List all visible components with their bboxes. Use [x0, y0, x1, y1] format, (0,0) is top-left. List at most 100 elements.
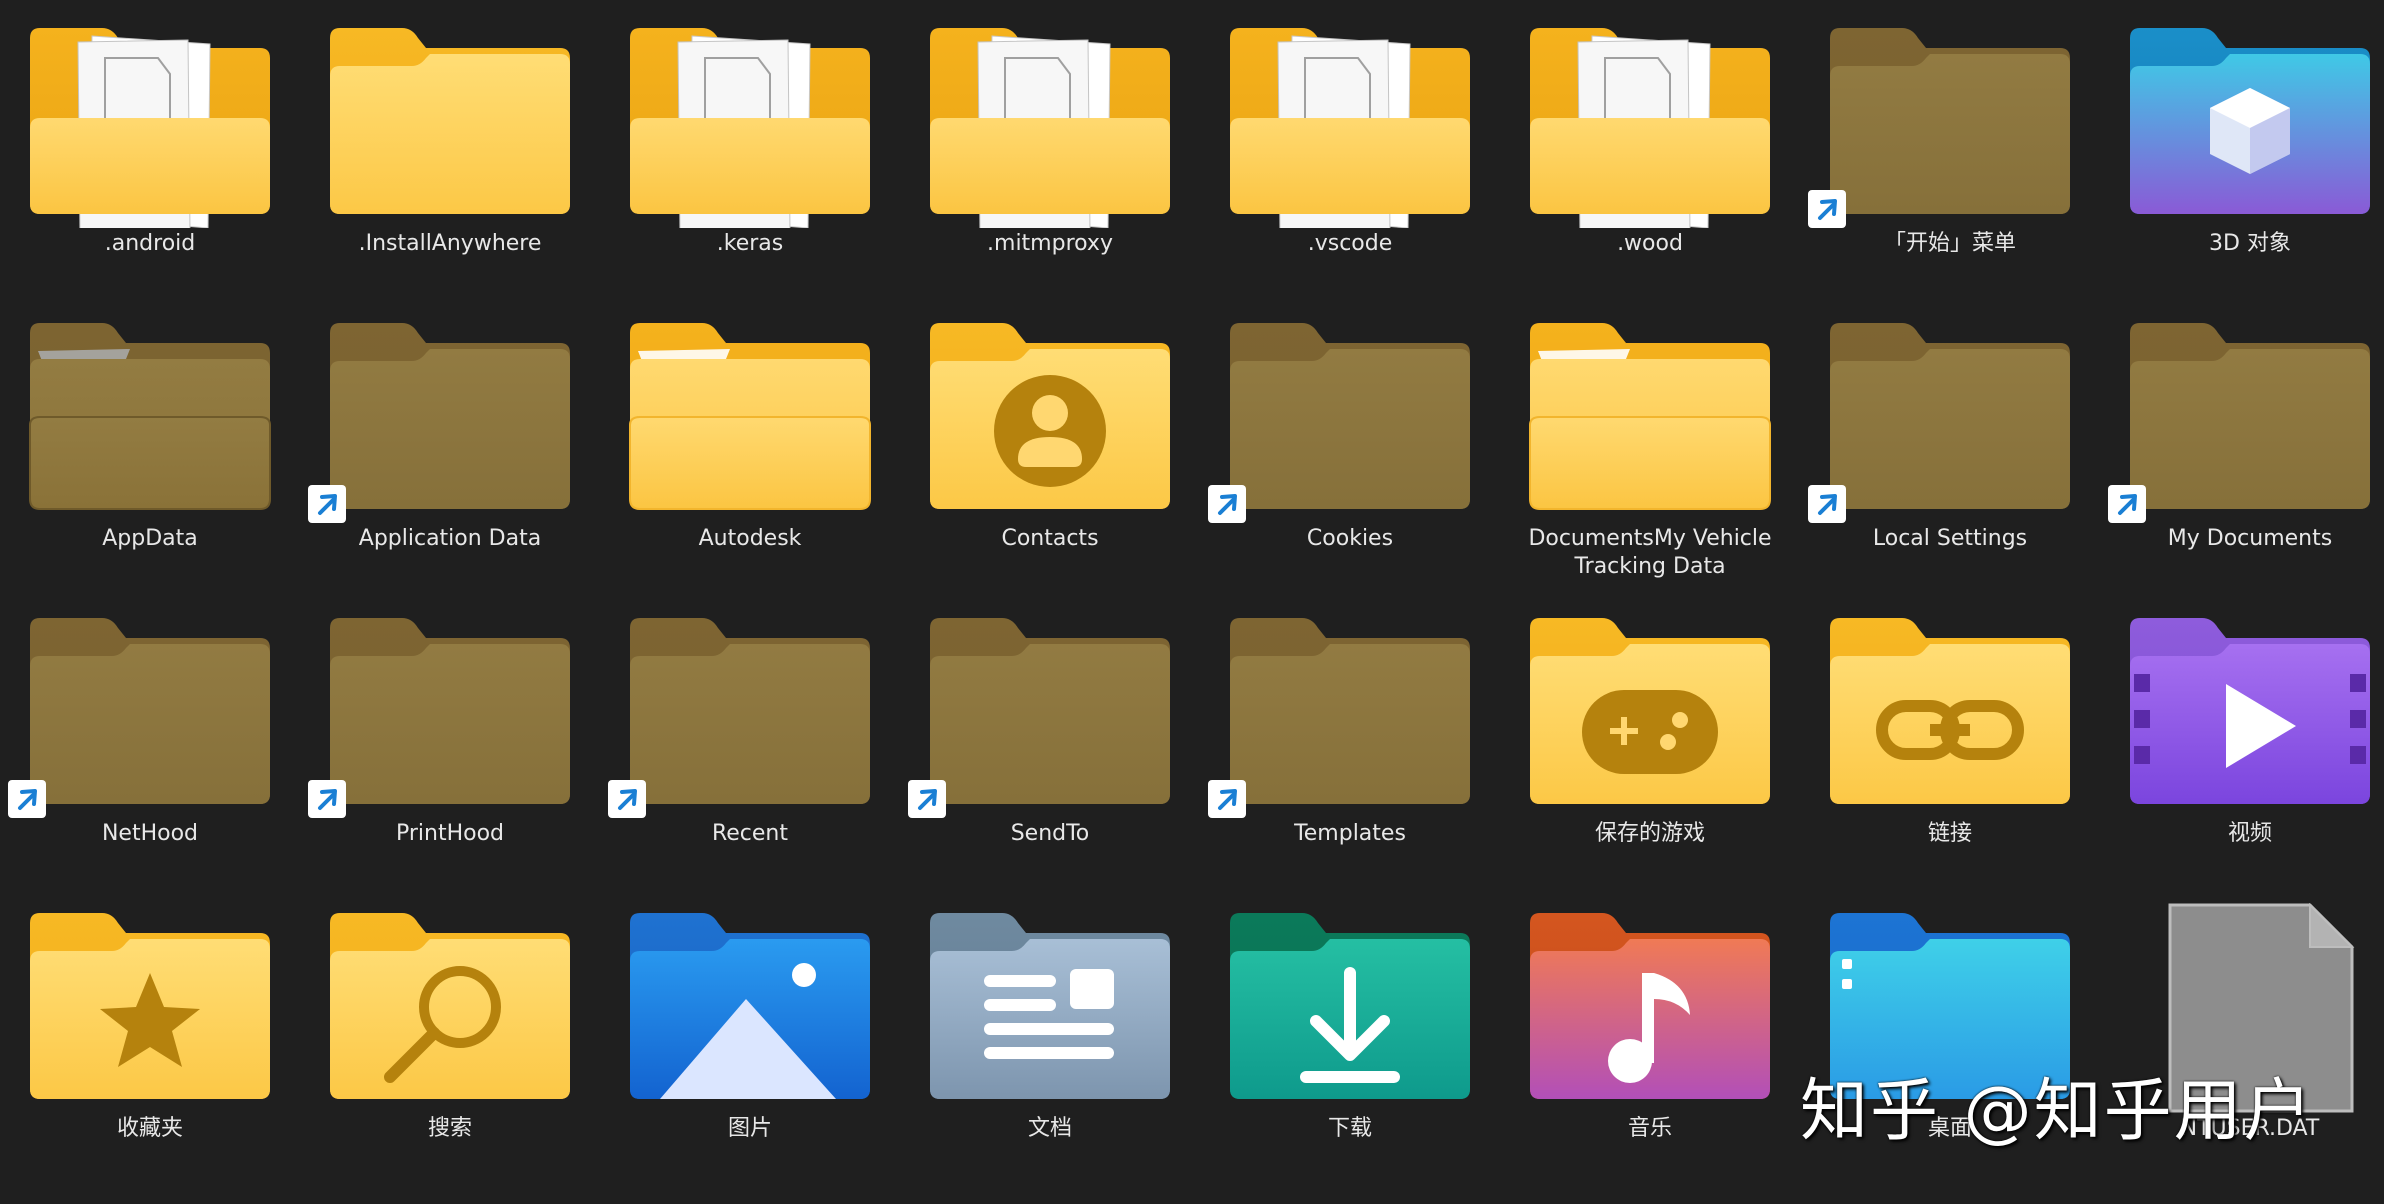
file-item-label: .mitmproxy — [987, 231, 1113, 256]
folder-open-icon — [1520, 313, 1780, 523]
file-item[interactable]: My Documents — [2100, 295, 2384, 590]
file-item[interactable]: 图片 — [600, 885, 900, 1180]
folder-open-icon — [620, 313, 880, 523]
file-item[interactable]: 搜索 — [300, 885, 600, 1180]
file-grid: .android .InstallAnywhere .keras .mitmpr… — [0, 0, 2384, 1204]
file-item-label: AppData — [102, 526, 198, 551]
file-item[interactable]: Templates — [1200, 590, 1500, 885]
file-item-label: 「开始」菜单 — [1883, 231, 2016, 256]
file-item-label: Local Settings — [1872, 526, 2028, 551]
music-folder-icon — [1520, 903, 1780, 1113]
file-item-label: 3D 对象 — [2209, 231, 2291, 256]
watermark-text: 知乎 @知乎用户 — [1800, 1072, 2314, 1151]
file-item-label: NetHood — [101, 821, 199, 846]
hidden-folder-icon — [620, 608, 880, 818]
downloads-folder-icon — [1220, 903, 1480, 1113]
hidden-folder-icon — [320, 608, 580, 818]
file-item[interactable]: 收藏夹 — [0, 885, 300, 1180]
file-item[interactable]: 3D 对象 — [2100, 0, 2384, 295]
file-item[interactable]: Local Settings — [1800, 295, 2100, 590]
hidden-folder-icon — [920, 608, 1180, 818]
folder-icon — [320, 18, 580, 228]
shortcut-arrow-icon — [8, 780, 46, 818]
file-item[interactable]: PrintHood — [300, 590, 600, 885]
file-item-label: 搜索 — [427, 1116, 472, 1141]
file-item-label: 文档 — [1027, 1116, 1072, 1141]
folder-with-pages-icon — [1220, 18, 1480, 228]
file-item-label: Autodesk — [698, 526, 802, 551]
hidden-folder-icon — [1220, 313, 1480, 523]
file-item-label: 下载 — [1327, 1116, 1372, 1141]
folder-with-pages-icon — [20, 18, 280, 228]
contacts-folder-icon — [920, 313, 1180, 523]
searches-folder-icon — [320, 903, 580, 1113]
file-item[interactable]: .mitmproxy — [900, 0, 1200, 295]
shortcut-arrow-icon — [1208, 485, 1246, 523]
file-item-label: SendTo — [1010, 821, 1090, 846]
file-item[interactable]: Cookies — [1200, 295, 1500, 590]
file-item[interactable]: .vscode — [1200, 0, 1500, 295]
file-item[interactable]: 下载 — [1200, 885, 1500, 1180]
file-item-label: 保存的游戏 — [1594, 821, 1705, 846]
file-item-label: DocumentsMy Vehicle Tracking Data — [1528, 526, 1772, 579]
file-item-label: 收藏夹 — [116, 1116, 183, 1141]
file-item[interactable]: 保存的游戏 — [1500, 590, 1800, 885]
file-item-label: .vscode — [1307, 231, 1393, 256]
hidden-folder-icon — [320, 313, 580, 523]
file-item-label: 音乐 — [1627, 1116, 1672, 1141]
shortcut-arrow-icon — [308, 485, 346, 523]
file-item-label: Templates — [1294, 821, 1406, 846]
hidden-folder-icon — [2120, 313, 2380, 523]
file-item[interactable]: Autodesk — [600, 295, 900, 590]
file-item[interactable]: 「开始」菜单 — [1800, 0, 2100, 295]
pictures-folder-icon — [620, 903, 880, 1113]
file-item-label: .keras — [716, 231, 784, 256]
file-item-label: Application Data — [358, 526, 542, 551]
shortcut-arrow-icon — [2108, 485, 2146, 523]
shortcut-arrow-icon — [608, 780, 646, 818]
file-item[interactable]: 文档 — [900, 885, 1200, 1180]
file-item[interactable]: .wood — [1500, 0, 1800, 295]
3d-objects-folder-icon — [2120, 18, 2380, 228]
hidden-folder-icon — [20, 313, 280, 523]
folder-with-pages-icon — [620, 18, 880, 228]
file-item-label: Recent — [711, 821, 789, 846]
file-item[interactable]: NetHood — [0, 590, 300, 885]
file-item[interactable]: Application Data — [300, 295, 600, 590]
file-item[interactable]: SendTo — [900, 590, 1200, 885]
file-item[interactable]: 视频 — [2100, 590, 2384, 885]
shortcut-arrow-icon — [908, 780, 946, 818]
hidden-folder-icon — [1220, 608, 1480, 818]
file-item-label: .android — [104, 231, 196, 256]
favorites-folder-icon — [20, 903, 280, 1113]
file-item[interactable]: Contacts — [900, 295, 1200, 590]
file-item-label: Contacts — [1001, 526, 1099, 551]
file-item-label: Cookies — [1306, 526, 1394, 551]
file-item[interactable]: .android — [0, 0, 300, 295]
saved-games-folder-icon — [1520, 608, 1780, 818]
file-item-label: 图片 — [727, 1116, 772, 1141]
shortcut-arrow-icon — [1808, 485, 1846, 523]
file-item-label: My Documents — [2167, 526, 2333, 551]
file-item[interactable]: AppData — [0, 295, 300, 590]
file-item[interactable]: .InstallAnywhere — [300, 0, 600, 295]
file-item-label: .wood — [1617, 231, 1683, 256]
file-item[interactable]: .keras — [600, 0, 900, 295]
hidden-folder-icon — [1820, 313, 2080, 523]
folder-with-pages-icon — [920, 18, 1180, 228]
file-item[interactable]: Recent — [600, 590, 900, 885]
file-item-label: 视频 — [2227, 821, 2272, 846]
links-folder-icon — [1820, 608, 2080, 818]
file-item[interactable]: 音乐 — [1500, 885, 1800, 1180]
hidden-folder-icon — [20, 608, 280, 818]
file-item-label: PrintHood — [395, 821, 505, 846]
file-item[interactable]: 链接 — [1800, 590, 2100, 885]
file-item[interactable]: DocumentsMy Vehicle Tracking Data — [1500, 295, 1800, 590]
file-item-label: .InstallAnywhere — [358, 231, 542, 256]
videos-folder-icon — [2120, 608, 2380, 818]
folder-with-pages-icon — [1520, 18, 1780, 228]
shortcut-arrow-icon — [1808, 190, 1846, 228]
documents-folder-icon — [920, 903, 1180, 1113]
file-item-label: 链接 — [1927, 821, 1972, 846]
shortcut-arrow-icon — [1208, 780, 1246, 818]
